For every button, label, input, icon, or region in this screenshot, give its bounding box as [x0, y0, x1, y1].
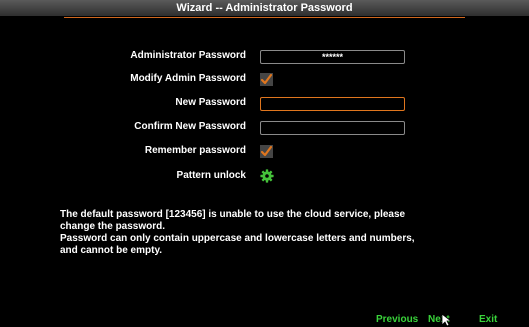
title-divider	[64, 17, 465, 18]
modify-admin-checkbox[interactable]	[260, 73, 273, 86]
window-title: Wizard -- Administrator Password	[176, 2, 353, 14]
notice-line: change the password.	[60, 221, 166, 232]
admin-password-label: Administrator Password	[130, 50, 246, 61]
new-password-input[interactable]	[260, 97, 405, 111]
checkmark-icon	[260, 145, 273, 157]
gear-icon[interactable]	[260, 169, 274, 183]
confirm-password-input[interactable]	[260, 121, 405, 135]
notice-line: Password can only contain uppercase and …	[60, 233, 415, 244]
new-password-label: New Password	[175, 97, 246, 108]
exit-button[interactable]: Exit	[479, 314, 497, 325]
confirm-password-label: Confirm New Password	[134, 121, 246, 132]
wizard-title-bar: Wizard -- Administrator Password	[0, 0, 529, 16]
mouse-cursor-icon	[441, 313, 453, 327]
notice-line: The default password [123456] is unable …	[60, 209, 406, 220]
notice-line: and cannot be empty.	[60, 245, 163, 256]
checkmark-icon	[260, 73, 273, 85]
modify-admin-label: Modify Admin Password	[130, 73, 246, 84]
pattern-unlock-label: Pattern unlock	[176, 170, 246, 181]
admin-password-field[interactable]	[260, 50, 405, 64]
remember-password-label: Remember password	[144, 145, 246, 156]
password-notice: The default password [123456] is unable …	[60, 209, 460, 257]
previous-button[interactable]: Previous	[376, 314, 418, 325]
remember-password-checkbox[interactable]	[260, 145, 273, 158]
